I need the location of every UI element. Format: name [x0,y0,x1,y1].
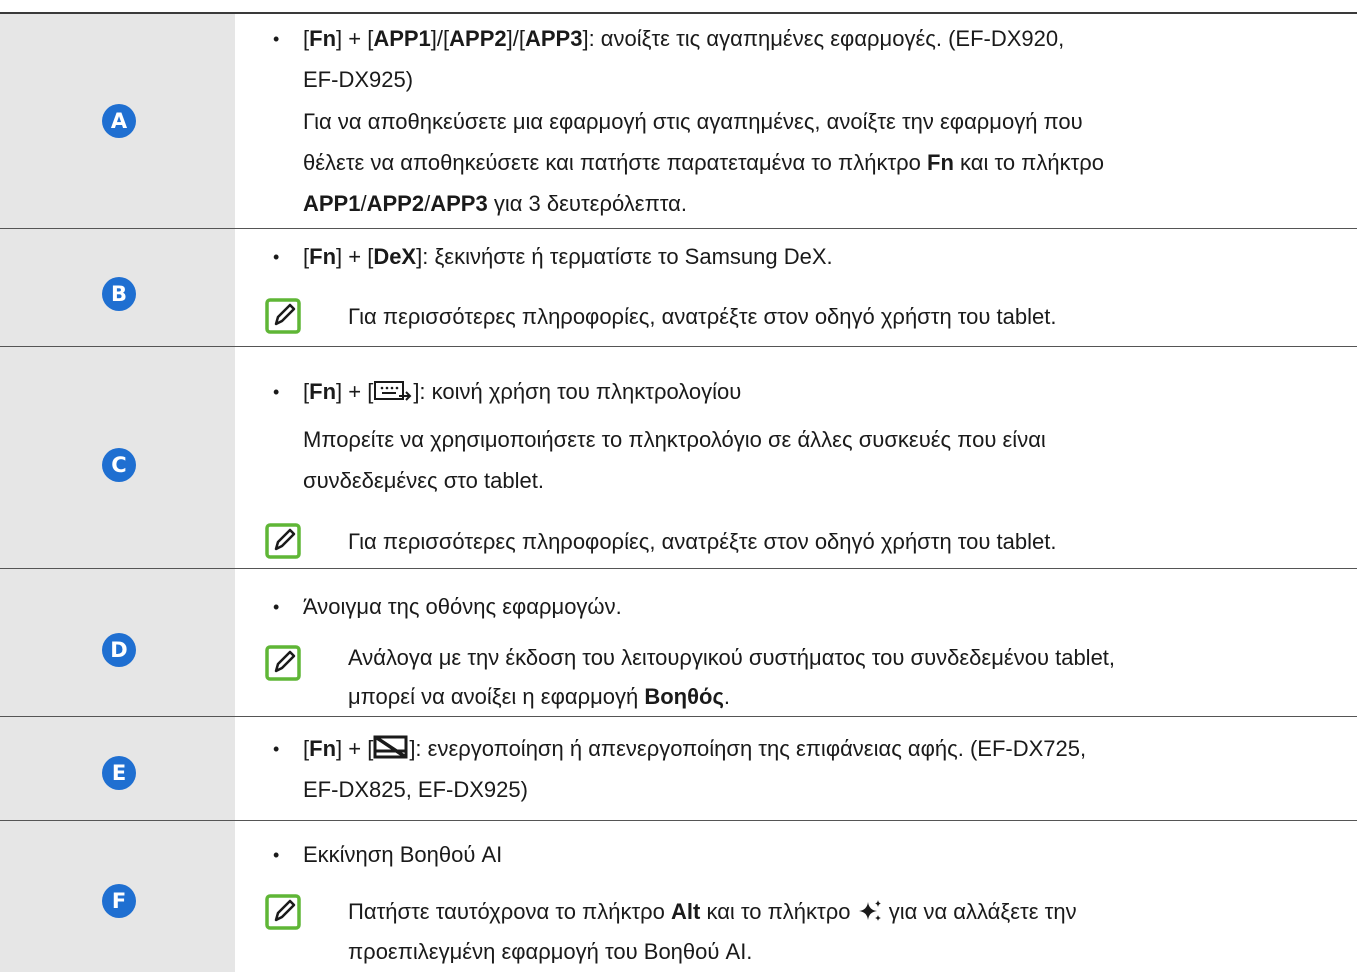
table-row-d: D • Άνοιγμα της οθόνης εφαρμογών. Ανάλογ… [0,568,1357,716]
note-text: Ανάλογα με την έκδοση του λειτουργικού σ… [348,645,1116,670]
shortcut-line: [Fn] + [DeX]: ξεκινήστε ή τερματίστε το … [303,244,833,269]
badge-e: E [102,756,136,790]
manual-page: A • [Fn] + [APP1]/[APP2]/[APP3]: ανοίξτε… [0,0,1357,972]
note-text: προεπιλεγμένη εφαρμογή του Βοηθού AI. [348,939,753,964]
description-line: Για να αποθηκεύσετε μια εφαρμογή στις αγ… [303,109,1083,134]
sparkle-ai-icon [858,900,881,921]
bullet: • [273,845,280,865]
note-text: Για περισσότερες πληροφορίες, ανατρέξτε … [348,529,1057,554]
row-label-cell: A [0,14,235,228]
badge-d: D [102,633,136,667]
row-content: • Άνοιγμα της οθόνης εφαρμογών. Ανάλογα … [235,569,1357,716]
row-label-cell: D [0,569,235,716]
model-line: EF-DX825, EF-DX925) [303,777,528,802]
description-line: Άνοιγμα της οθόνης εφαρμογών. [303,594,622,619]
description-line: Μπορείτε να χρησιμοποιήσετε το πληκτρολό… [303,427,1046,452]
note-text: Για περισσότερες πληροφορίες, ανατρέξτε … [348,304,1057,329]
description-line: APP1/APP2/APP3 για 3 δευτερόλεπτα. [303,191,687,216]
row-content: • [Fn] + [ ]: ενεργοποίηση ή απενεργοποί… [235,717,1357,820]
bullet: • [273,382,280,402]
row-label-cell: F [0,821,235,972]
row-label-cell: B [0,229,235,346]
row-content: • [Fn] + [ ]: κοινή χρήση του πληκτρολογ… [235,347,1357,568]
note-pencil-icon [265,894,301,930]
description-line: συνδεδεμένες στο tablet. [303,468,544,493]
model-line: EF-DX925) [303,67,414,92]
row-label-cell: C [0,347,235,568]
row-content: • Εκκίνηση Βοηθού AI Πατήστε ταυτόχρονα … [235,821,1357,972]
badge-c: C [102,448,136,482]
table-row-c: C • [Fn] + [ ]: κοινή χρήση του πληκτρολ… [0,346,1357,568]
badge-f: F [102,884,136,918]
keyboard-share-icon [374,381,412,401]
row-content: • [Fn] + [DeX]: ξεκινήστε ή τερματίστε τ… [235,229,1357,346]
shortcut-line: [Fn] + [APP1]/[APP2]/[APP3]: ανοίξτε τις… [303,26,1065,51]
note-pencil-icon [265,298,301,334]
row-content: • [Fn] + [APP1]/[APP2]/[APP3]: ανοίξτε τ… [235,14,1357,228]
badge-b: B [102,277,136,311]
touchpad-off-icon [373,735,408,759]
bullet: • [273,739,280,759]
table-row-f: F • Εκκίνηση Βοηθού AI Πατήστε ταυτόχρον… [0,820,1357,972]
shortcut-line: [Fn] + [ ]: ενεργοποίηση ή απενεργοποίησ… [303,735,1087,761]
note-text: Πατήστε ταυτόχρονα το πλήκτρο Alt και το… [348,899,1077,924]
row-label-cell: E [0,717,235,820]
shortcut-line: [Fn] + [ ]: κοινή χρήση του πληκτρολογίο… [303,379,742,404]
bullet: • [273,29,280,49]
description-line: Εκκίνηση Βοηθού AI [303,842,503,867]
bullet: • [273,247,280,267]
note-pencil-icon [265,645,301,681]
note-text: μπορεί να ανοίξει η εφαρμογή Βοηθός. [348,684,731,709]
table-row-a: A • [Fn] + [APP1]/[APP2]/[APP3]: ανοίξτε… [0,14,1357,228]
badge-a: A [102,104,136,138]
table-row-e: E • [Fn] + [ ]: ενεργοποίηση ή απενεργοπ… [0,716,1357,820]
note-pencil-icon [265,523,301,559]
table-row-b: B • [Fn] + [DeX]: ξεκινήστε ή τερματίστε… [0,228,1357,346]
bullet: • [273,597,280,617]
description-line: θέλετε να αποθηκεύσετε και πατήστε παρατ… [303,150,1105,175]
